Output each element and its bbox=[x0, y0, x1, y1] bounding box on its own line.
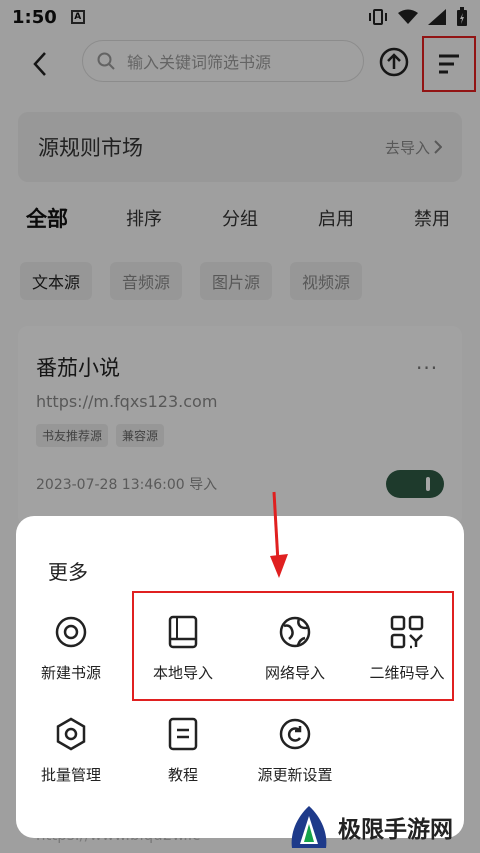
annotation-arrow bbox=[270, 491, 288, 578]
watermark-text: 极限手游网 bbox=[338, 815, 453, 843]
new-source-label: 新建书源 bbox=[40, 664, 101, 682]
document-icon bbox=[163, 714, 203, 754]
source-update-settings-label: 源更新设置 bbox=[257, 766, 333, 784]
hexagon-icon bbox=[51, 714, 91, 754]
source-update-settings-action[interactable]: 源更新设置 bbox=[240, 714, 350, 785]
watermark-logo-icon bbox=[291, 805, 327, 848]
sheet-title: 更多 bbox=[48, 560, 88, 584]
refresh-icon bbox=[275, 714, 315, 754]
tutorial-label: 教程 bbox=[167, 766, 198, 784]
new-source-action[interactable]: 新建书源 bbox=[16, 612, 126, 683]
batch-manage-label: 批量管理 bbox=[40, 766, 101, 784]
tutorial-action[interactable]: 教程 bbox=[128, 714, 238, 785]
batch-manage-action[interactable]: 批量管理 bbox=[16, 714, 126, 785]
watermark: 极限手游网 bbox=[286, 800, 480, 853]
annotation-highlight-box bbox=[132, 591, 454, 701]
target-icon bbox=[51, 612, 91, 652]
